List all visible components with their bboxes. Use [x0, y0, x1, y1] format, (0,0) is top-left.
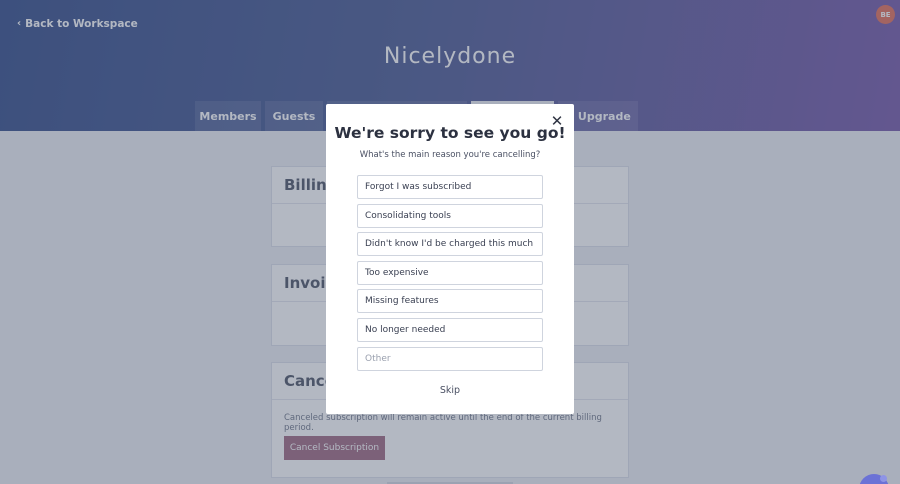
reason-option[interactable]: Forgot I was subscribed	[357, 175, 543, 199]
reason-option[interactable]: No longer needed	[357, 317, 543, 342]
reason-option[interactable]: Consolidating tools	[357, 203, 543, 228]
reason-option[interactable]: Didn't know I'd be charged this much	[357, 232, 543, 257]
skip-button[interactable]: Skip	[326, 385, 574, 396]
reason-options: Forgot I was subscribed Consolidating to…	[357, 175, 543, 375]
chat-notification-dot	[880, 475, 887, 482]
other-reason-input[interactable]: Other	[357, 346, 543, 371]
modal-subtitle: What's the main reason you're cancelling…	[359, 150, 541, 160]
reason-option[interactable]: Too expensive	[357, 260, 543, 285]
modal-title: We're sorry to see you go!	[334, 124, 566, 142]
page: ‹ Back to Workspace BE Nicelydone Member…	[0, 0, 900, 484]
reason-option[interactable]: Missing features	[357, 289, 543, 314]
cancel-reason-modal: ✕ We're sorry to see you go! What's the …	[326, 104, 574, 414]
